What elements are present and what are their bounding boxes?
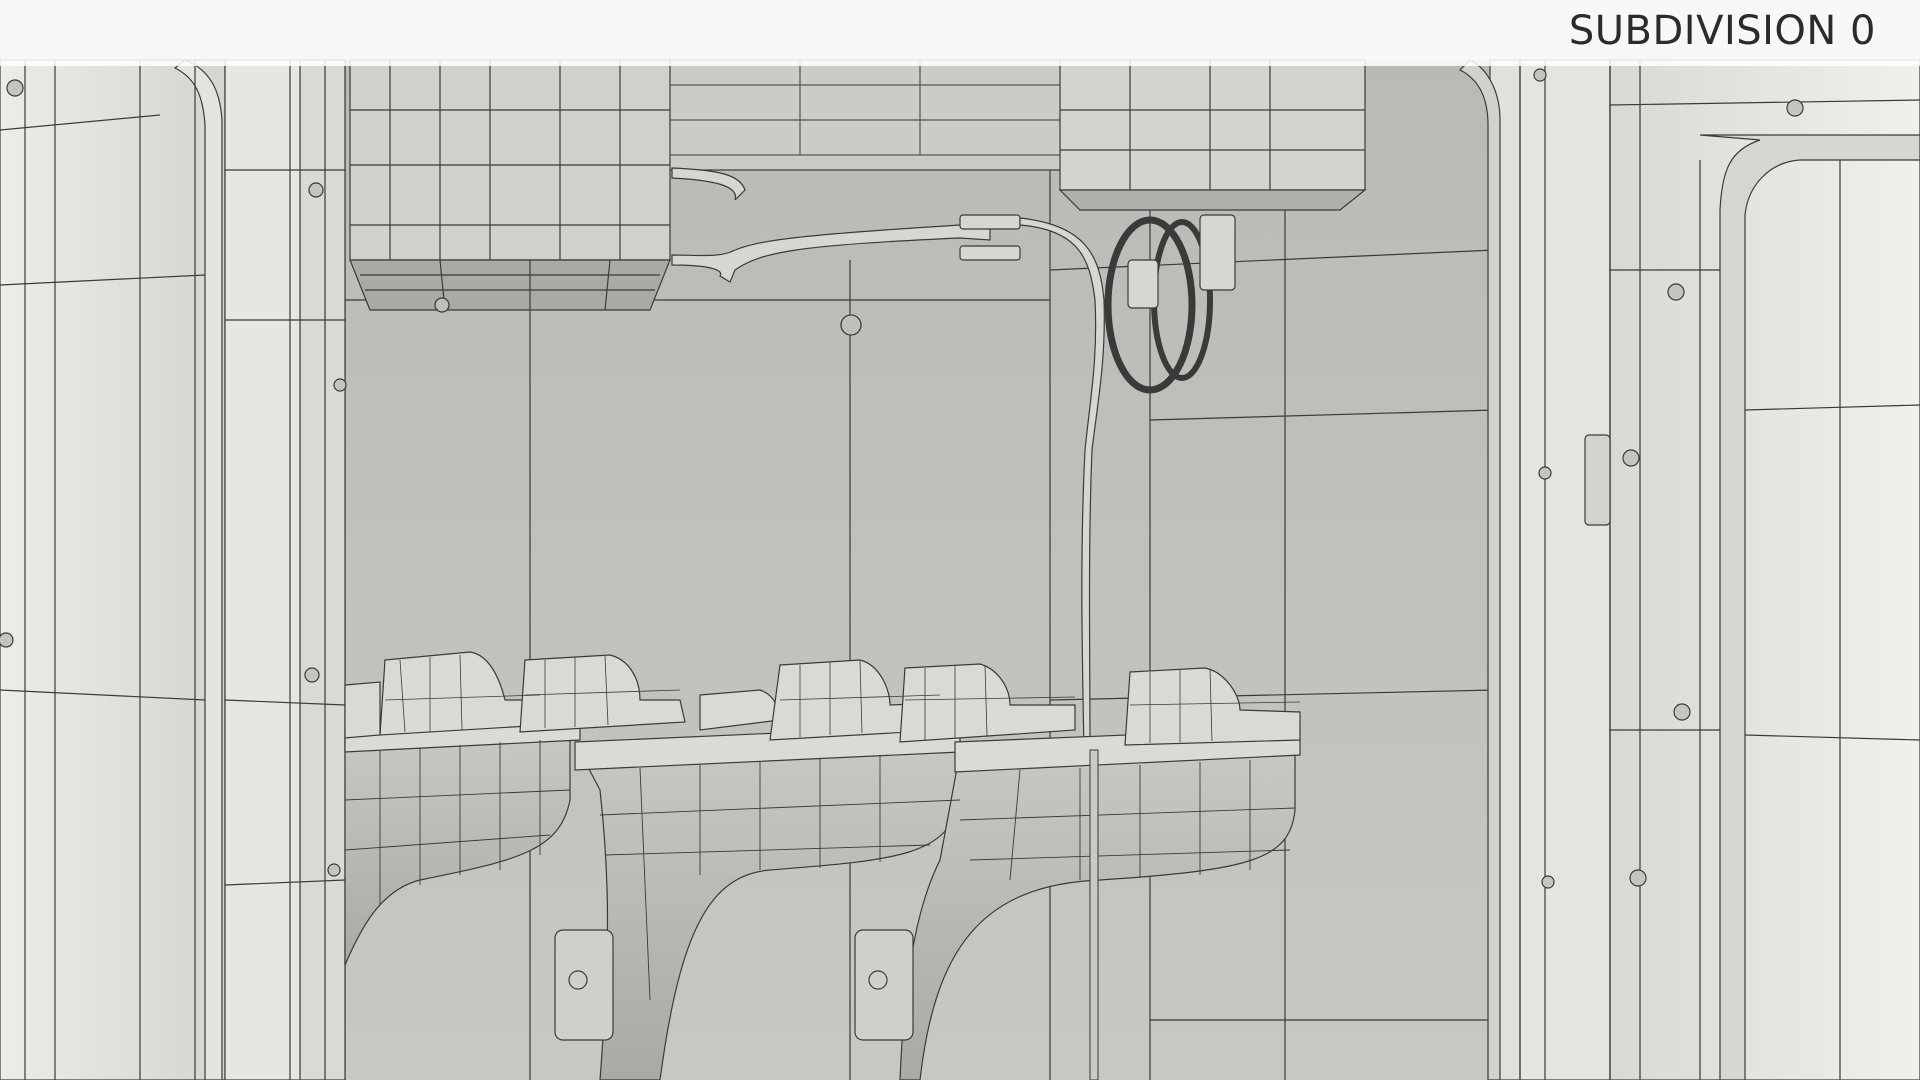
vertical-pipe (1089, 749, 1099, 1080)
left-overhead-box (349, 59, 671, 311)
viewport: SUBDIVISION 0 (0, 0, 1920, 1080)
render-label: SUBDIVISION 0 (1568, 8, 1876, 54)
wireframe-render (0, 59, 1920, 1080)
right-overhead-box (1058, 59, 1367, 211)
ceiling (659, 59, 1081, 171)
left-panel (0, 59, 347, 1080)
render-label-bar: SUBDIVISION 0 (0, 0, 1920, 66)
right-panel (1458, 59, 1920, 1080)
